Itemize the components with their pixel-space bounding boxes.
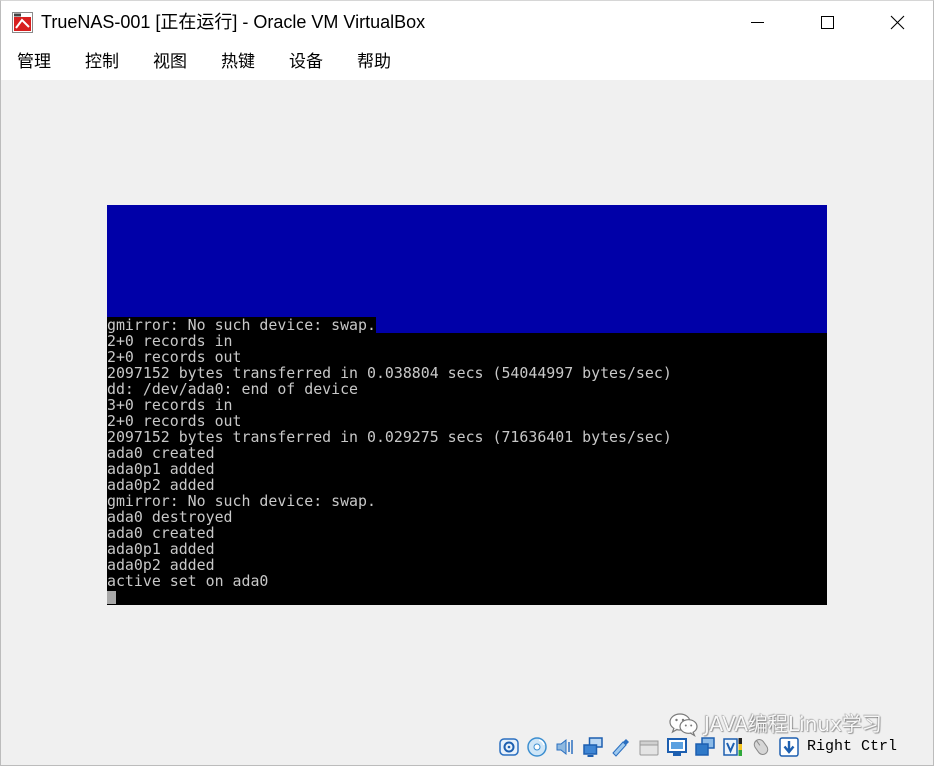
menu-bar: 管理 控制 视图 热键 设备 帮助 <box>0 45 934 80</box>
network-icon[interactable] <box>582 736 604 758</box>
terminal-line-text: gmirror: No such device: swap. <box>107 493 376 509</box>
terminal-line: ada0p2 added <box>107 557 827 573</box>
usb-icon[interactable] <box>610 736 632 758</box>
vm-screen[interactable]: gmirror: No such device: swap. 2+0 recor… <box>107 205 827 605</box>
text-cursor <box>107 591 116 604</box>
audio-icon[interactable] <box>554 736 576 758</box>
terminal-line-text: 2097152 bytes transferred in 0.038804 se… <box>107 365 672 381</box>
terminal-line-text: ada0p1 added <box>107 541 215 557</box>
shared-folder-icon[interactable] <box>638 736 660 758</box>
terminal-line-text: ada0 created <box>107 525 215 541</box>
terminal-line-text: 2+0 records in <box>107 333 233 349</box>
terminal-line: ada0p1 added <box>107 461 827 477</box>
close-button[interactable] <box>874 0 920 45</box>
terminal-line: 2+0 records out <box>107 349 827 365</box>
menu-control[interactable]: 控制 <box>85 52 119 73</box>
window-title: TrueNAS-001 [正在运行] - Oracle VM VirtualBo… <box>41 12 426 32</box>
menu-devices[interactable]: 设备 <box>289 52 323 73</box>
terminal-line: dd: /dev/ada0: end of device <box>107 381 827 397</box>
terminal-line: 2+0 records in <box>107 333 827 349</box>
maximize-icon <box>820 16 834 29</box>
terminal-line-text: 2+0 records out <box>107 349 242 365</box>
minimize-button[interactable] <box>734 0 780 45</box>
hard-disk-icon[interactable] <box>498 736 520 758</box>
terminal-line: active set on ada0 <box>107 573 827 589</box>
minimize-icon <box>750 22 764 23</box>
menu-help[interactable]: 帮助 <box>357 52 391 73</box>
terminal-line-text: active set on ada0 <box>107 573 269 589</box>
host-key-label[interactable]: Right Ctrl <box>807 737 897 757</box>
terminal-line: gmirror: No such device: swap. <box>107 493 827 509</box>
terminal-line: gmirror: No such device: swap. <box>107 317 827 333</box>
title-bar[interactable]: TrueNAS-001 [正在运行] - Oracle VM VirtualBo… <box>0 0 934 45</box>
terminal-line-text: 2097152 bytes transferred in 0.029275 se… <box>107 429 672 445</box>
terminal-line-text: ada0 created <box>107 445 215 461</box>
terminal-line: ada0 destroyed <box>107 509 827 525</box>
terminal-line: ada0p2 added <box>107 477 827 493</box>
terminal-output: gmirror: No such device: swap. 2+0 recor… <box>107 317 827 589</box>
terminal-line: ada0 created <box>107 445 827 461</box>
close-icon <box>890 15 904 30</box>
terminal-line: 3+0 records in <box>107 397 827 413</box>
terminal-line: ada0p1 added <box>107 541 827 557</box>
status-bar <box>498 736 800 758</box>
terminal-line: 2097152 bytes transferred in 0.038804 se… <box>107 365 827 381</box>
terminal-line-text: ada0p2 added <box>107 477 215 493</box>
menu-view[interactable]: 视图 <box>153 52 187 73</box>
keyboard-capture-icon[interactable] <box>778 736 800 758</box>
wechat-icon <box>669 713 698 737</box>
terminal-line-text: ada0p1 added <box>107 461 215 477</box>
terminal-line-text: ada0p2 added <box>107 557 215 573</box>
terminal-line-text: 3+0 records in <box>107 397 233 413</box>
recording-icon[interactable] <box>694 736 716 758</box>
terminal-line-text: dd: /dev/ada0: end of device <box>107 381 359 397</box>
terminal-line: 2+0 records out <box>107 413 827 429</box>
terminal-line-text: gmirror: No such device: swap. <box>107 317 376 333</box>
watermark-text: JAVA编程Linux学习 <box>704 712 882 736</box>
menu-machine[interactable]: 管理 <box>17 52 51 73</box>
vm-os-icon[interactable] <box>12 12 33 33</box>
maximize-button[interactable] <box>804 0 850 45</box>
terminal-line: 2097152 bytes transferred in 0.029275 se… <box>107 429 827 445</box>
terminal-line-text: ada0 destroyed <box>107 509 233 525</box>
optical-disc-icon[interactable] <box>526 736 548 758</box>
vtx-feature-icon[interactable] <box>722 736 744 758</box>
watermark: JAVA编程Linux学习 <box>668 711 882 737</box>
terminal-line: ada0 created <box>107 525 827 541</box>
menu-hotkeys[interactable]: 热键 <box>221 52 255 73</box>
mouse-integration-icon[interactable] <box>750 736 772 758</box>
vm-header-band <box>107 205 827 333</box>
terminal-line-text: 2+0 records out <box>107 413 242 429</box>
display-icon[interactable] <box>666 736 688 758</box>
